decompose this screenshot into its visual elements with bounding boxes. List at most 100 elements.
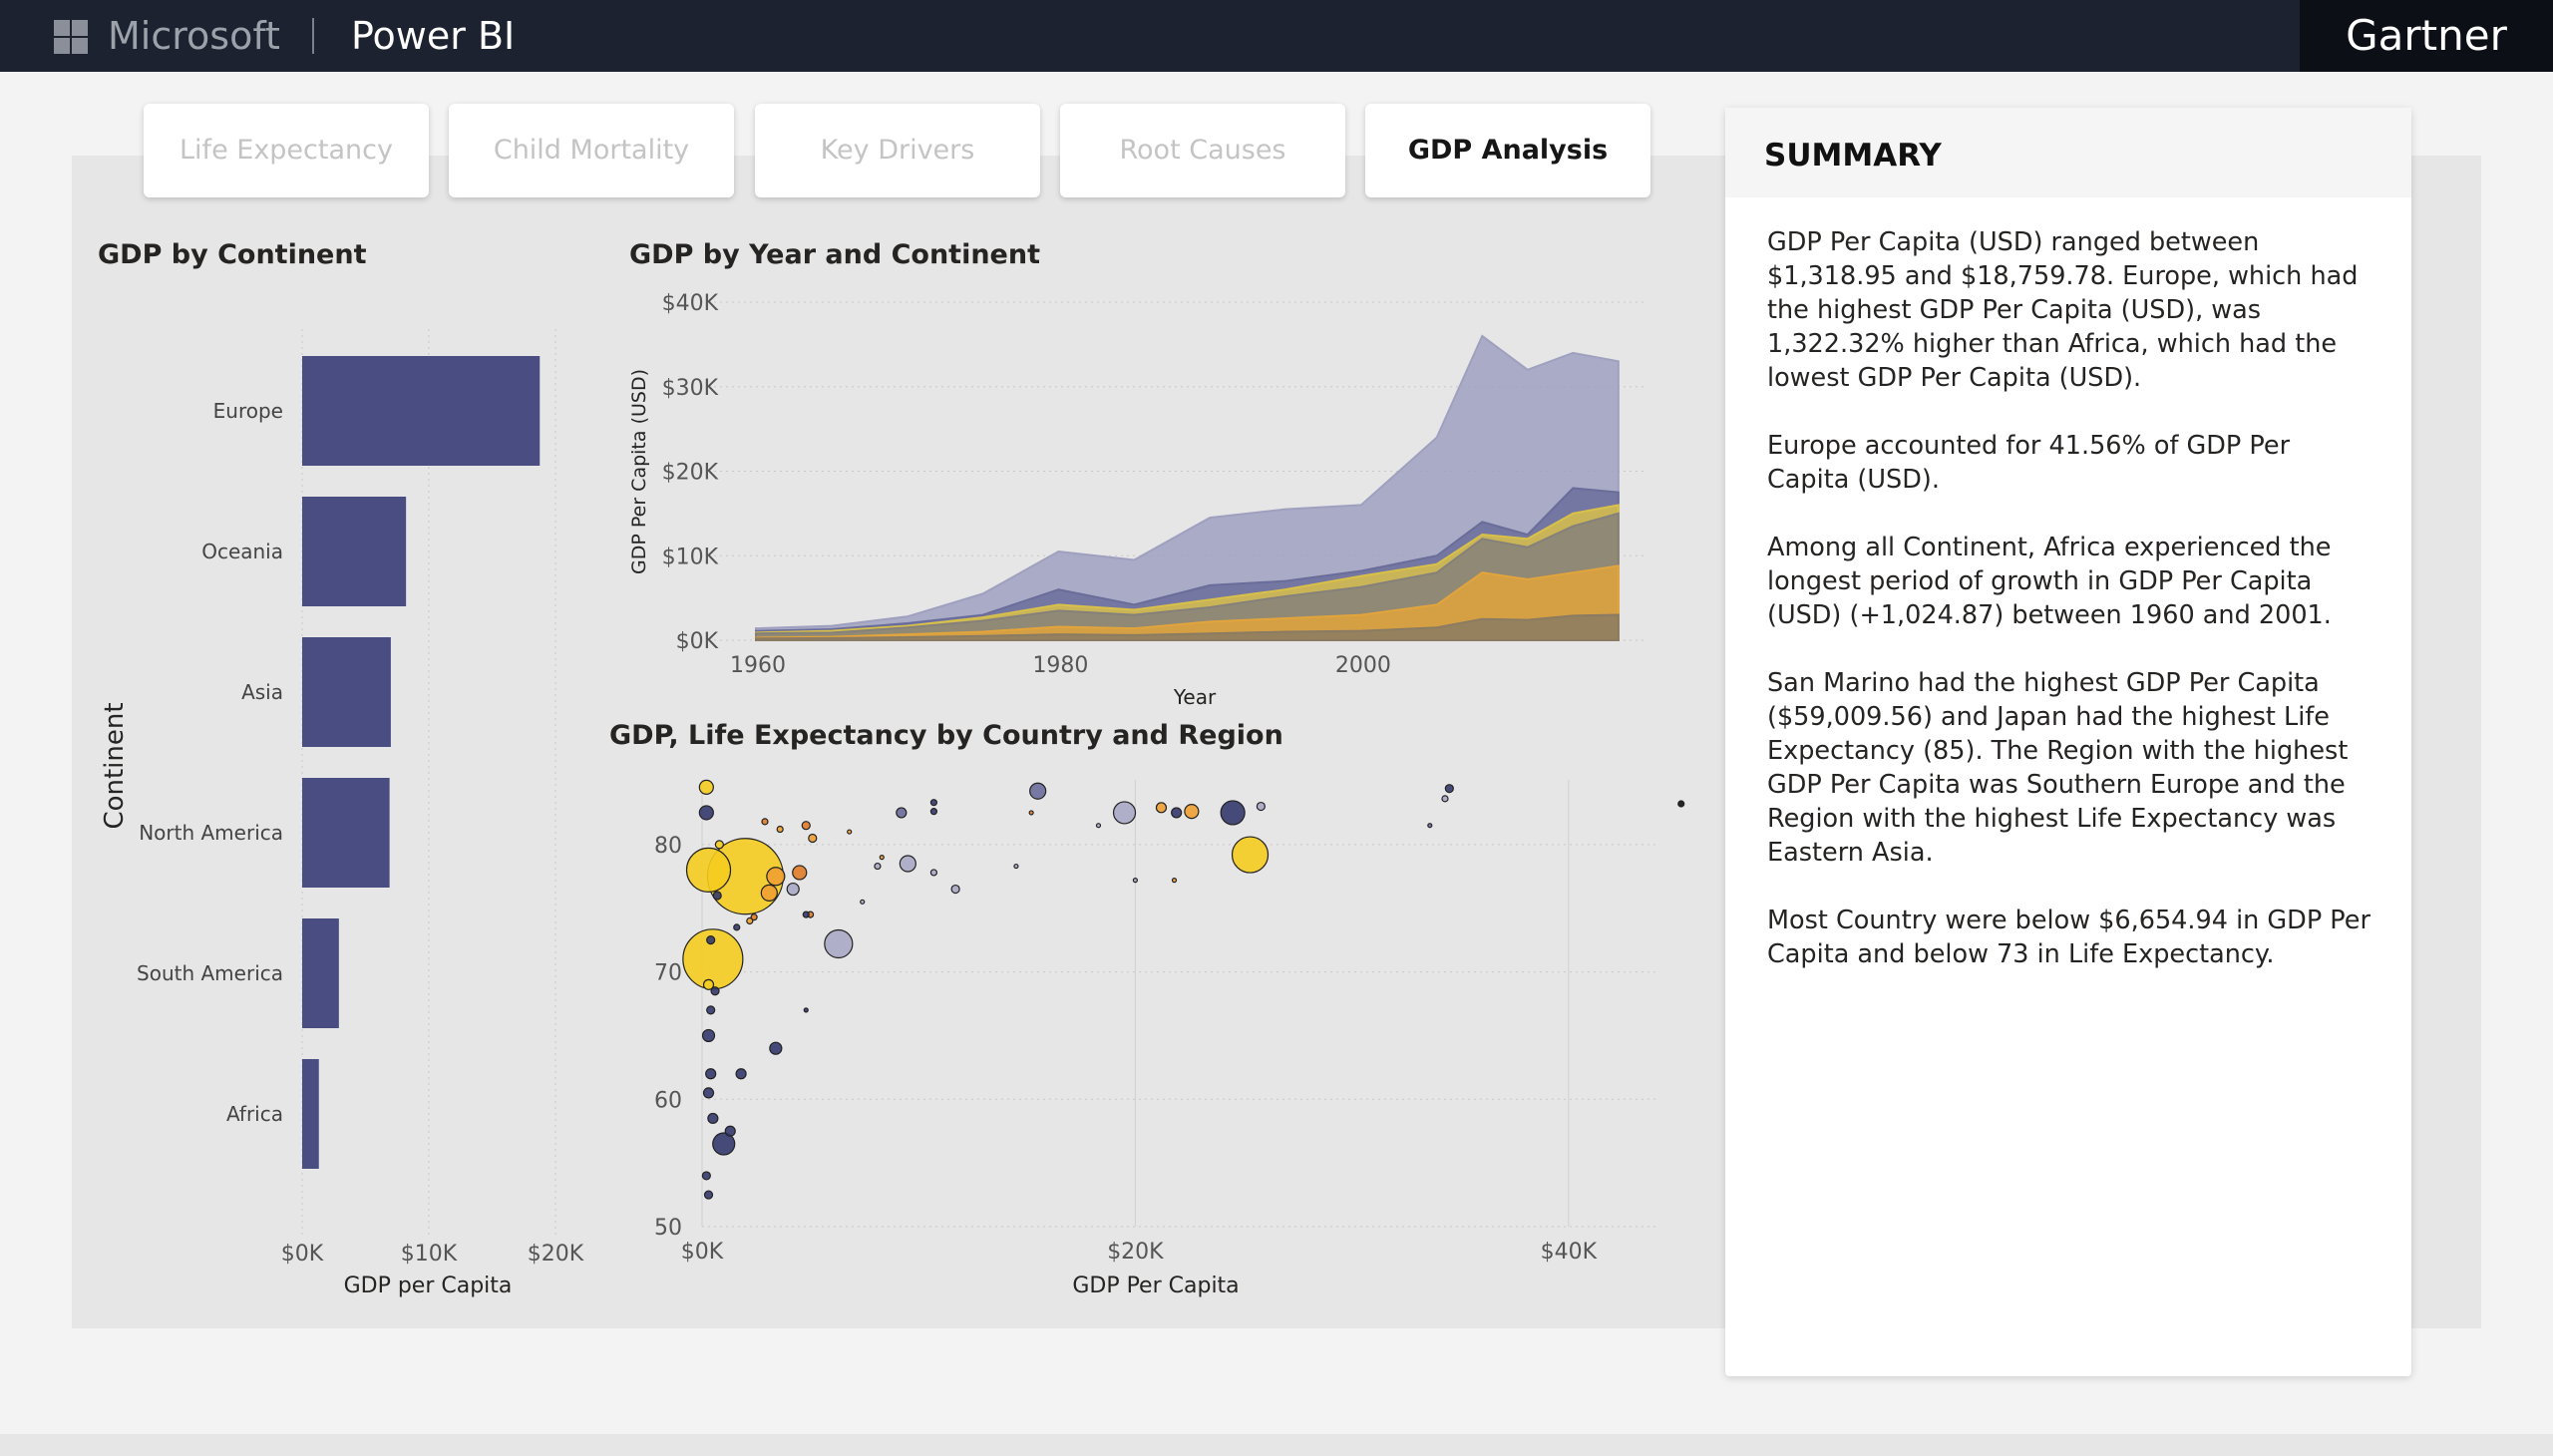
scatter-point[interactable]	[701, 1171, 711, 1181]
tab-root-causes[interactable]: Root Causes	[1060, 104, 1345, 197]
scatter-point[interactable]	[808, 833, 818, 844]
gartner-logo[interactable]: Gartner	[2300, 0, 2553, 72]
x-tick-label: $20K	[1107, 1240, 1164, 1265]
scatter-point[interactable]	[733, 923, 741, 931]
bar-y-axis-label: Continent	[100, 702, 130, 829]
bar-x-axis-label: GDP per Capita	[344, 1274, 513, 1298]
summary-paragraph: Among all Continent, Africa experienced …	[1767, 533, 2332, 630]
scatter-point[interactable]	[1427, 823, 1433, 829]
scatter-point[interactable]	[1677, 800, 1685, 808]
scatter-point[interactable]	[724, 1125, 736, 1137]
scatter-point[interactable]	[802, 910, 810, 918]
scatter-point[interactable]	[1132, 878, 1139, 884]
summary-paragraph: Europe accounted for 41.56% of GDP Per C…	[1767, 431, 2291, 495]
gdp-by-continent-chart[interactable]: Europe Oceania Asia North America South Amer…	[90, 289, 608, 1316]
bar[interactable]	[302, 1059, 319, 1169]
area-x-axis-label: Year	[1173, 685, 1217, 709]
scatter-point[interactable]	[776, 825, 784, 834]
scatter-point[interactable]	[710, 986, 720, 996]
scatter-point[interactable]	[860, 899, 866, 905]
microsoft-grid-icon	[54, 20, 88, 54]
x-tick-label: 2000	[1335, 653, 1391, 678]
x-tick-label: $40K	[1541, 1240, 1598, 1265]
scatter-point[interactable]	[786, 882, 800, 897]
scatter-point[interactable]	[929, 869, 938, 877]
bar[interactable]	[302, 356, 541, 466]
x-tick-label: 1980	[1032, 653, 1088, 678]
bar[interactable]	[302, 918, 339, 1028]
tab-child-mortality[interactable]: Child Mortality	[449, 104, 734, 197]
category-label: South America	[137, 961, 283, 985]
scatter-point[interactable]	[1231, 836, 1270, 874]
scatter-point[interactable]	[1444, 784, 1454, 794]
scatter-point[interactable]	[950, 884, 960, 895]
scatter-point[interactable]	[685, 847, 732, 894]
scatter-point[interactable]	[760, 884, 778, 902]
scatter-point[interactable]	[706, 935, 716, 945]
scatter-point[interactable]	[896, 807, 908, 819]
gdp-by-year-chart[interactable]: $0K $10K $20K $30K $40K 1960 1980 2000 GDP Per…	[618, 279, 1645, 718]
scatter-point[interactable]	[766, 867, 786, 887]
scatter-point[interactable]	[1112, 801, 1137, 825]
brand-microsoft[interactable]: Microsoft	[108, 12, 280, 60]
tab-life-expectancy[interactable]: Life Expectancy	[144, 104, 429, 197]
scatter-point[interactable]	[735, 1068, 747, 1080]
scatter-point[interactable]	[1095, 823, 1102, 829]
scatter-point[interactable]	[1256, 801, 1266, 812]
scatter-point[interactable]	[792, 865, 808, 881]
scatter-x-axis-label: GDP Per Capita	[1072, 1274, 1239, 1298]
scatter-point[interactable]	[1013, 863, 1019, 870]
scatter-point[interactable]	[1184, 804, 1200, 820]
scatter-point[interactable]	[702, 1087, 715, 1099]
scatter-point[interactable]	[698, 779, 714, 795]
brand-power-bi[interactable]: Power BI	[351, 12, 515, 60]
scatter-point[interactable]	[803, 1007, 809, 1013]
area-y-axis-label: GDP Per Capita (USD)	[628, 369, 650, 574]
scatter-point[interactable]	[1028, 810, 1034, 816]
scatter-point[interactable]	[707, 1112, 719, 1125]
bar[interactable]	[302, 778, 390, 888]
summary-card: SUMMARY GDP Per Capita (USD) ranged betw…	[1725, 108, 2411, 1376]
scatter-point[interactable]	[879, 855, 885, 861]
scatter-point[interactable]	[824, 928, 854, 959]
scatter-point[interactable]	[847, 829, 853, 835]
bar[interactable]	[302, 497, 407, 606]
x-tick-label: $0K	[681, 1240, 724, 1265]
y-tick-label: $30K	[662, 376, 719, 401]
scatter-point[interactable]	[1171, 807, 1183, 819]
scatter-point[interactable]	[1155, 802, 1168, 814]
scatter-point[interactable]	[746, 916, 754, 925]
x-tick-label: $10K	[401, 1242, 458, 1267]
scatter-point[interactable]	[801, 821, 811, 831]
summary-title: SUMMARY	[1725, 108, 2411, 197]
x-tick-label: $0K	[281, 1242, 324, 1267]
scatter-point[interactable]	[705, 1068, 717, 1080]
category-label: Asia	[241, 680, 283, 704]
scatter-point[interactable]	[761, 818, 769, 826]
scatter-point[interactable]	[929, 808, 938, 816]
scatter-point[interactable]	[712, 891, 722, 901]
brand-separator	[312, 18, 314, 54]
scatter-point[interactable]	[714, 840, 724, 850]
y-tick-label: $20K	[662, 461, 719, 486]
category-label: Europe	[213, 399, 283, 423]
gdp-life-expectancy-chart[interactable]: 50 60 70 80 $0K $20K $40K GDP Per Capita	[618, 768, 1715, 1326]
area-chart-title: GDP by Year and Continent	[629, 239, 1040, 270]
scatter-point[interactable]	[1441, 795, 1449, 803]
bar[interactable]	[302, 637, 391, 747]
tab-key-drivers[interactable]: Key Drivers	[755, 104, 1040, 197]
scatter-point[interactable]	[874, 862, 882, 871]
scatter-point[interactable]	[769, 1041, 783, 1055]
scatter-point[interactable]	[1171, 878, 1178, 884]
category-label: Oceania	[201, 540, 283, 563]
scatter-point[interactable]	[703, 1190, 714, 1200]
scatter-point[interactable]	[929, 799, 938, 807]
scatter-point[interactable]	[706, 1005, 716, 1015]
scatter-point[interactable]	[701, 1028, 716, 1043]
summary-paragraph: San Marino had the highest GDP Per Capit…	[1767, 668, 2349, 868]
scatter-point[interactable]	[1029, 782, 1047, 800]
tab-gdp-analysis[interactable]: GDP Analysis	[1365, 104, 1650, 197]
scatter-point[interactable]	[1220, 800, 1246, 826]
scatter-point[interactable]	[698, 805, 714, 821]
scatter-point[interactable]	[899, 855, 916, 873]
